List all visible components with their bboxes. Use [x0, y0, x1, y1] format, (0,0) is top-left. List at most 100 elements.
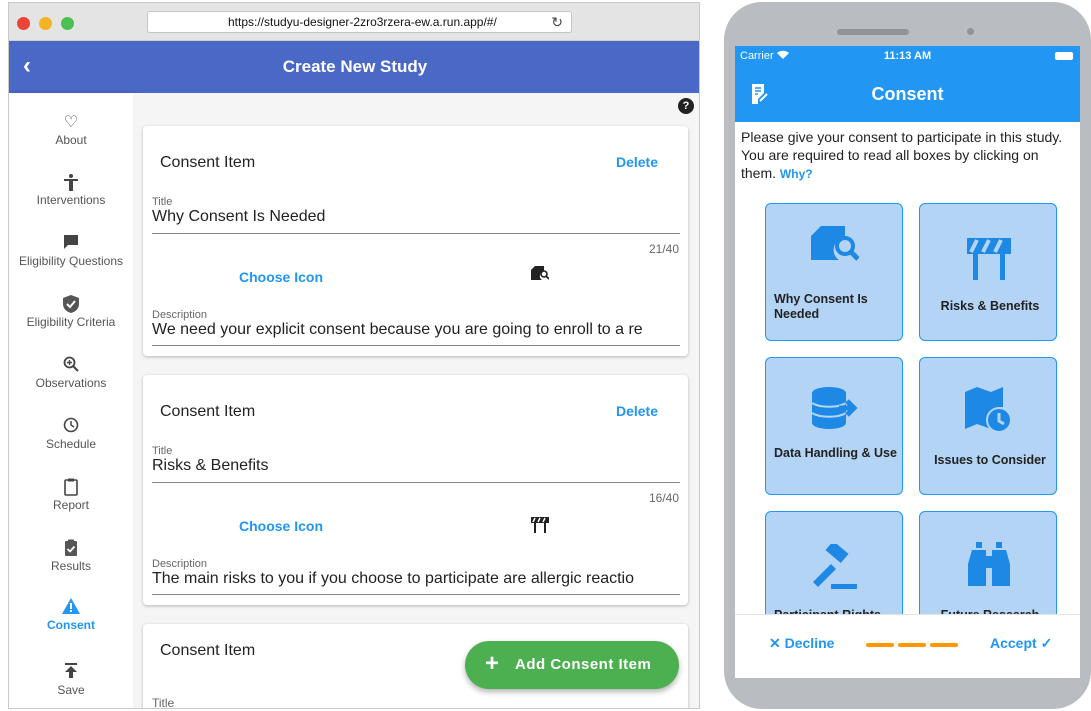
- phone-camera: [967, 28, 974, 35]
- decline-label: Decline: [784, 635, 835, 651]
- delete-button[interactable]: Delete: [616, 403, 658, 419]
- browser-window: https://studyu-designer-2zro3rzera-ew.a.…: [8, 2, 700, 709]
- clock-icon: [60, 417, 82, 437]
- tile-label: Data Handling & Use: [774, 446, 897, 460]
- description-input[interactable]: We need your explicit consent because yo…: [152, 321, 680, 339]
- why-link[interactable]: Why?: [780, 167, 813, 181]
- description-label: Description: [152, 558, 208, 570]
- consent-intro: Please give your consent to participate …: [741, 128, 1076, 183]
- person-icon: [60, 173, 82, 193]
- maximize-window-dot[interactable]: [61, 17, 74, 30]
- sidebar-item-label: Consent: [47, 618, 95, 632]
- minimize-window-dot[interactable]: [39, 17, 52, 30]
- progress-step: [898, 643, 926, 647]
- consent-bottom-bar: ✕ Decline Accept ✓: [735, 614, 1080, 678]
- consent-tile[interactable]: Risks & Benefits: [919, 203, 1057, 341]
- help-icon[interactable]: ?: [678, 98, 694, 114]
- plus-icon: +: [485, 650, 500, 677]
- shield-check-icon: [60, 295, 82, 315]
- tile-label: Risks & Benefits: [940, 299, 1040, 313]
- document-search-icon: [811, 226, 859, 261]
- add-consent-item-button[interactable]: + Add Consent Item: [465, 641, 679, 689]
- url-text: https://studyu-designer-2zro3rzera-ew.a.…: [228, 15, 497, 29]
- app-bar: Create New Study ‹: [9, 41, 699, 93]
- chat-icon: [60, 234, 82, 254]
- consent-tile[interactable]: Data Handling & Use: [765, 357, 903, 495]
- title-underline: [152, 233, 680, 234]
- document-edit-icon[interactable]: [750, 84, 768, 104]
- roadblock-icon: [531, 517, 549, 533]
- gavel-icon: [813, 544, 857, 589]
- consent-item-card: Consent Item Delete Title Risks & Benefi…: [143, 375, 688, 605]
- title-label: Title: [152, 445, 173, 457]
- zoom-icon: [60, 356, 82, 376]
- consent-tile[interactable]: Issues to Consider: [919, 357, 1057, 495]
- sidebar-item-results[interactable]: Results: [9, 539, 133, 595]
- char-counter: 16/40: [648, 491, 679, 505]
- phone-app-bar: Consent: [735, 66, 1080, 122]
- sidebar-item-save[interactable]: Save: [9, 663, 133, 708]
- description-underline: [152, 345, 680, 346]
- status-bar: Carrier 11:13 AM: [735, 46, 1080, 66]
- sidebar-item-about[interactable]: ♡ About: [9, 113, 133, 169]
- description-input[interactable]: The main risks to you if you choose to p…: [152, 570, 680, 588]
- progress-step: [930, 643, 958, 647]
- back-arrow-icon[interactable]: ‹: [23, 53, 45, 79]
- title-label: Title: [152, 696, 175, 709]
- sidebar: ♡ About Interventions Eligibility Questi…: [9, 93, 133, 708]
- sidebar-item-eligibility-questions[interactable]: Eligibility Questions: [9, 234, 133, 290]
- sidebar-item-eligibility-criteria[interactable]: Eligibility Criteria: [9, 295, 133, 351]
- delete-button[interactable]: Delete: [616, 154, 658, 170]
- sidebar-item-label: Results: [50, 559, 91, 573]
- decline-button[interactable]: ✕ Decline: [769, 635, 834, 652]
- phone-frame: Carrier 11:13 AM Consent Please give you…: [724, 2, 1091, 709]
- sidebar-item-report[interactable]: Report: [9, 478, 133, 534]
- address-bar[interactable]: https://studyu-designer-2zro3rzera-ew.a.…: [147, 11, 572, 33]
- phone-screen: Carrier 11:13 AM Consent Please give you…: [735, 46, 1080, 678]
- page-title: Create New Study: [282, 57, 428, 76]
- consent-item-card: Consent Item Delete Title Why Consent Is…: [143, 126, 688, 356]
- phone-speaker: [837, 29, 909, 35]
- reload-icon[interactable]: ↻: [551, 12, 563, 32]
- card-title: Consent Item: [160, 154, 256, 171]
- tile-label: Issues to Consider: [934, 453, 1046, 467]
- close-icon: ✕: [769, 635, 781, 651]
- sidebar-item-schedule[interactable]: Schedule: [9, 417, 133, 473]
- sidebar-item-label: Interventions: [36, 193, 106, 207]
- choose-icon-button[interactable]: Choose Icon: [239, 518, 323, 534]
- heart-icon: ♡: [63, 114, 79, 131]
- accept-button[interactable]: Accept ✓: [990, 635, 1052, 652]
- sidebar-item-observations[interactable]: Observations: [9, 356, 133, 412]
- clipboard-icon: [60, 478, 82, 498]
- battery-icon: [1055, 52, 1073, 60]
- choose-icon-button[interactable]: Choose Icon: [239, 269, 323, 285]
- title-underline: [152, 482, 680, 483]
- card-title: Consent Item: [160, 642, 256, 659]
- sidebar-item-label: Observations: [35, 376, 107, 390]
- title-label: Title: [152, 196, 173, 208]
- sidebar-item-consent[interactable]: Consent: [9, 598, 133, 654]
- sidebar-item-label: Eligibility Criteria: [26, 315, 116, 329]
- status-time: 11:13 AM: [883, 50, 932, 62]
- upload-icon: [60, 663, 82, 683]
- check-icon: ✓: [1040, 635, 1053, 651]
- roadblock-icon: [967, 238, 1011, 280]
- char-counter: 21/40: [648, 242, 679, 256]
- accept-label: Accept: [990, 635, 1037, 651]
- description-label: Description: [152, 309, 208, 321]
- title-input[interactable]: Why Consent Is Needed: [152, 208, 680, 226]
- consent-tile[interactable]: Why Consent Is Needed: [765, 203, 903, 341]
- map-clock-icon: [965, 387, 1012, 433]
- phone-page-title: Consent: [871, 84, 944, 104]
- add-consent-item-label: Add Consent Item: [515, 656, 652, 673]
- sidebar-item-label: Save: [57, 683, 85, 697]
- sidebar-item-label: Schedule: [45, 437, 97, 451]
- progress-step: [866, 643, 894, 647]
- tile-label: Why Consent Is Needed: [774, 292, 868, 321]
- document-search-icon: [531, 266, 549, 280]
- database-export-icon: [811, 387, 858, 429]
- title-input[interactable]: Risks & Benefits: [152, 457, 680, 475]
- sidebar-item-interventions[interactable]: Interventions: [9, 173, 133, 229]
- browser-toolbar: https://studyu-designer-2zro3rzera-ew.a.…: [9, 3, 699, 41]
- close-window-dot[interactable]: [17, 17, 30, 30]
